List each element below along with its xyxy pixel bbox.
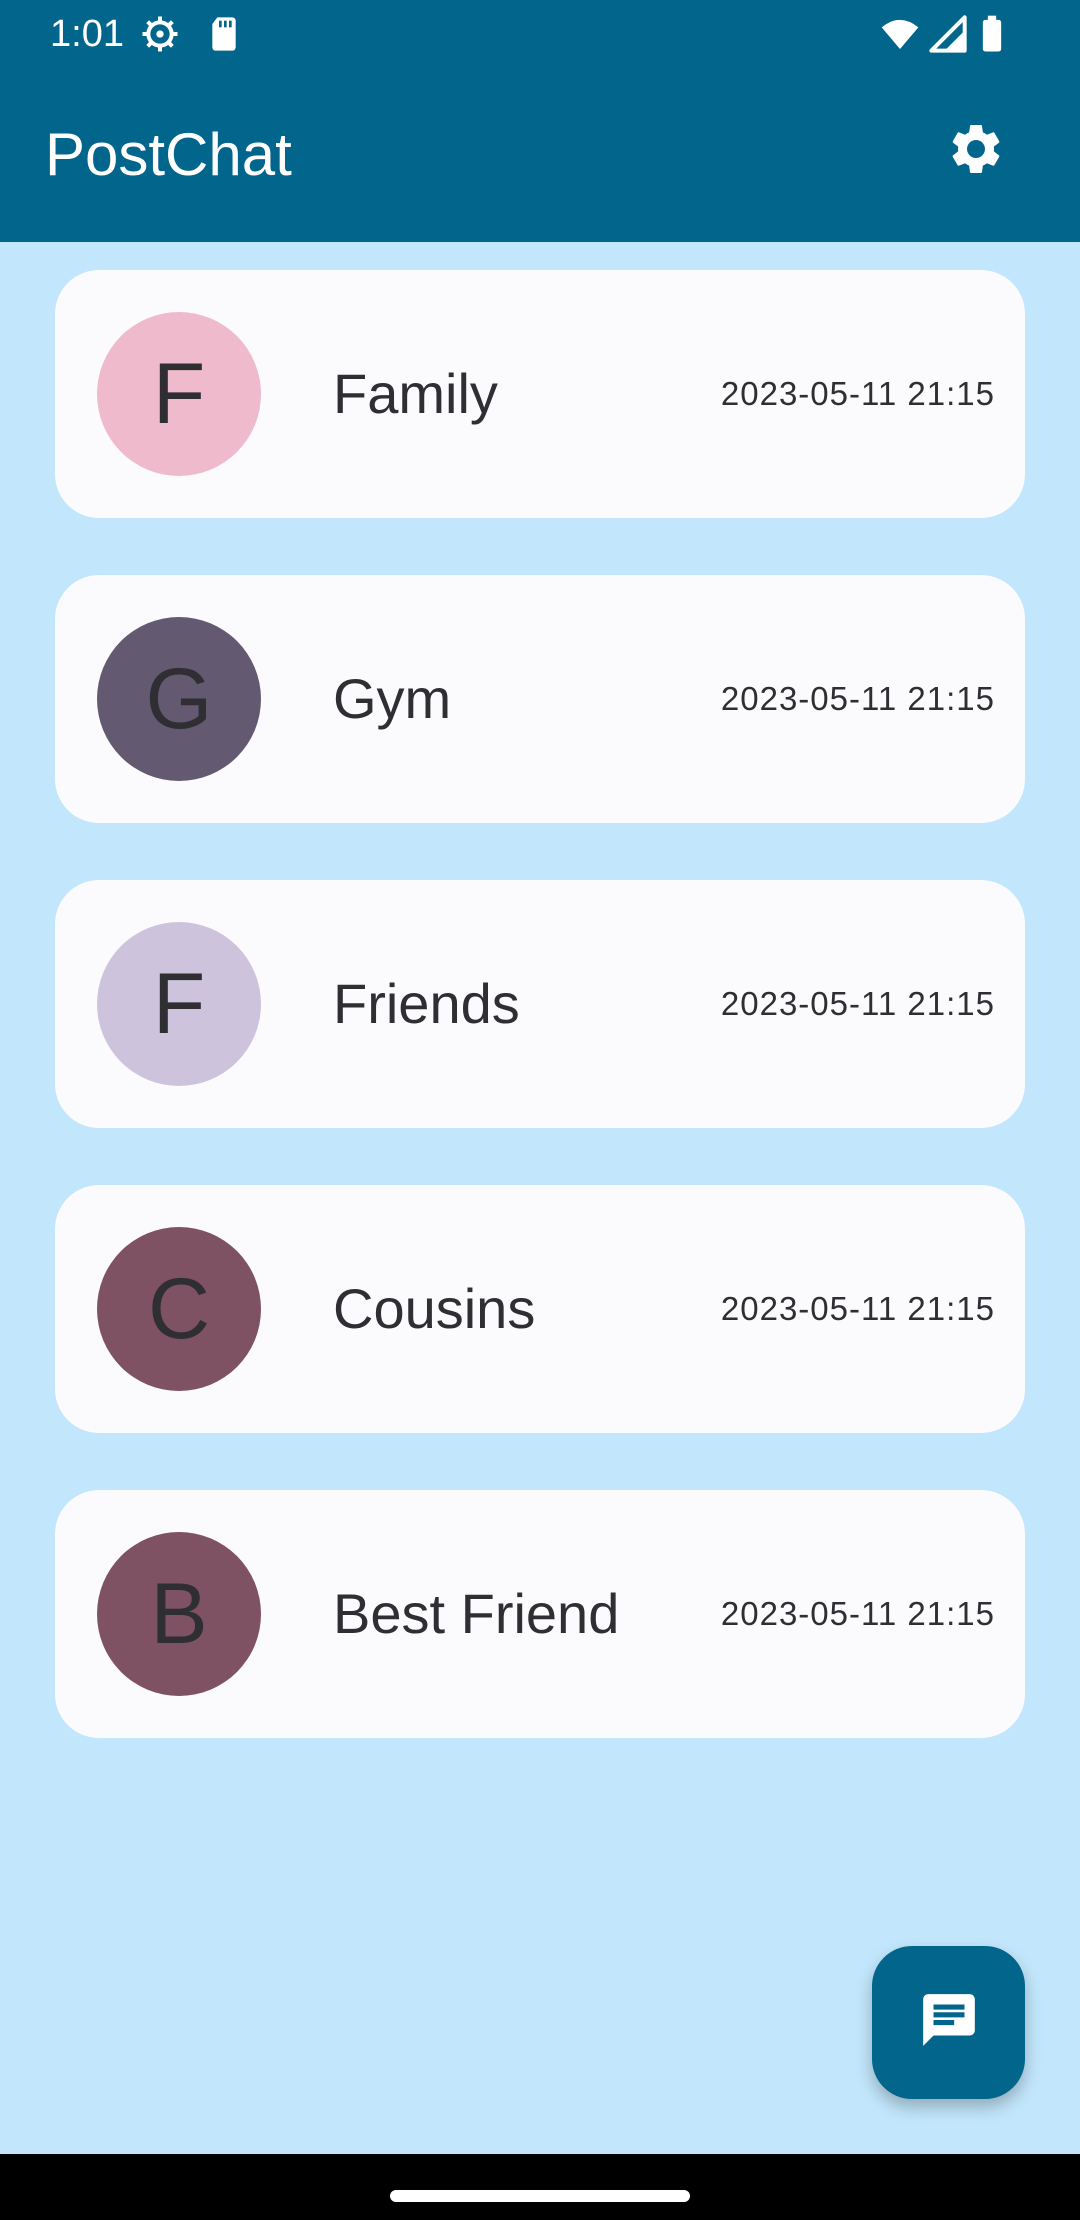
- chat-card-cousins[interactable]: C Cousins 2023-05-11 21:15: [55, 1185, 1025, 1433]
- avatar: G: [97, 617, 261, 781]
- avatar-initial: G: [145, 651, 213, 747]
- avatar-initial: F: [152, 956, 206, 1052]
- avatar-initial: B: [150, 1566, 208, 1662]
- chat-card-best-friend[interactable]: B Best Friend 2023-05-11 21:15: [55, 1490, 1025, 1738]
- sd-card-icon: [204, 14, 244, 54]
- battery-icon: [972, 14, 1012, 54]
- settings-button[interactable]: [940, 115, 1012, 187]
- top-app-bar: 1:01 PostChat: [0, 0, 1080, 242]
- avatar: F: [97, 922, 261, 1086]
- status-bar: 1:01: [0, 0, 1080, 66]
- chat-timestamp: 2023-05-11 21:15: [720, 680, 995, 717]
- chat-timestamp: 2023-05-11 21:15: [720, 985, 995, 1022]
- chat-timestamp: 2023-05-11 21:15: [720, 375, 995, 412]
- chat-card-friends[interactable]: F Friends 2023-05-11 21:15: [55, 880, 1025, 1128]
- new-chat-button[interactable]: [872, 1946, 1025, 2099]
- avatar-initial: F: [152, 346, 206, 442]
- navigation-bar: [0, 2154, 1080, 2220]
- chat-name: Best Friend: [333, 1582, 620, 1645]
- gear-icon: [946, 119, 1006, 184]
- chat-card-family[interactable]: F Family 2023-05-11 21:15: [55, 270, 1025, 518]
- app-screen: 1:01 PostChat F Family 2023-05-11 21:15 …: [0, 0, 1080, 2220]
- chat-name: Family: [333, 362, 498, 425]
- avatar-initial: C: [147, 1261, 211, 1357]
- signal-icon: [928, 14, 968, 54]
- avatar: F: [97, 312, 261, 476]
- wifi-icon: [880, 14, 920, 54]
- chat-name: Friends: [333, 972, 520, 1035]
- chat-name: Cousins: [333, 1277, 536, 1340]
- chat-timestamp: 2023-05-11 21:15: [720, 1595, 995, 1632]
- chat-card-gym[interactable]: G Gym 2023-05-11 21:15: [55, 575, 1025, 823]
- avatar: C: [97, 1227, 261, 1391]
- avatar: B: [97, 1532, 261, 1696]
- settings-gear-icon: [140, 14, 180, 54]
- chat-icon: [918, 1989, 980, 2056]
- chat-name: Gym: [333, 667, 452, 730]
- chat-timestamp: 2023-05-11 21:15: [720, 1290, 995, 1327]
- status-time: 1:01: [50, 13, 124, 55]
- home-gesture-handle[interactable]: [390, 2190, 690, 2202]
- app-title: PostChat: [45, 121, 292, 188]
